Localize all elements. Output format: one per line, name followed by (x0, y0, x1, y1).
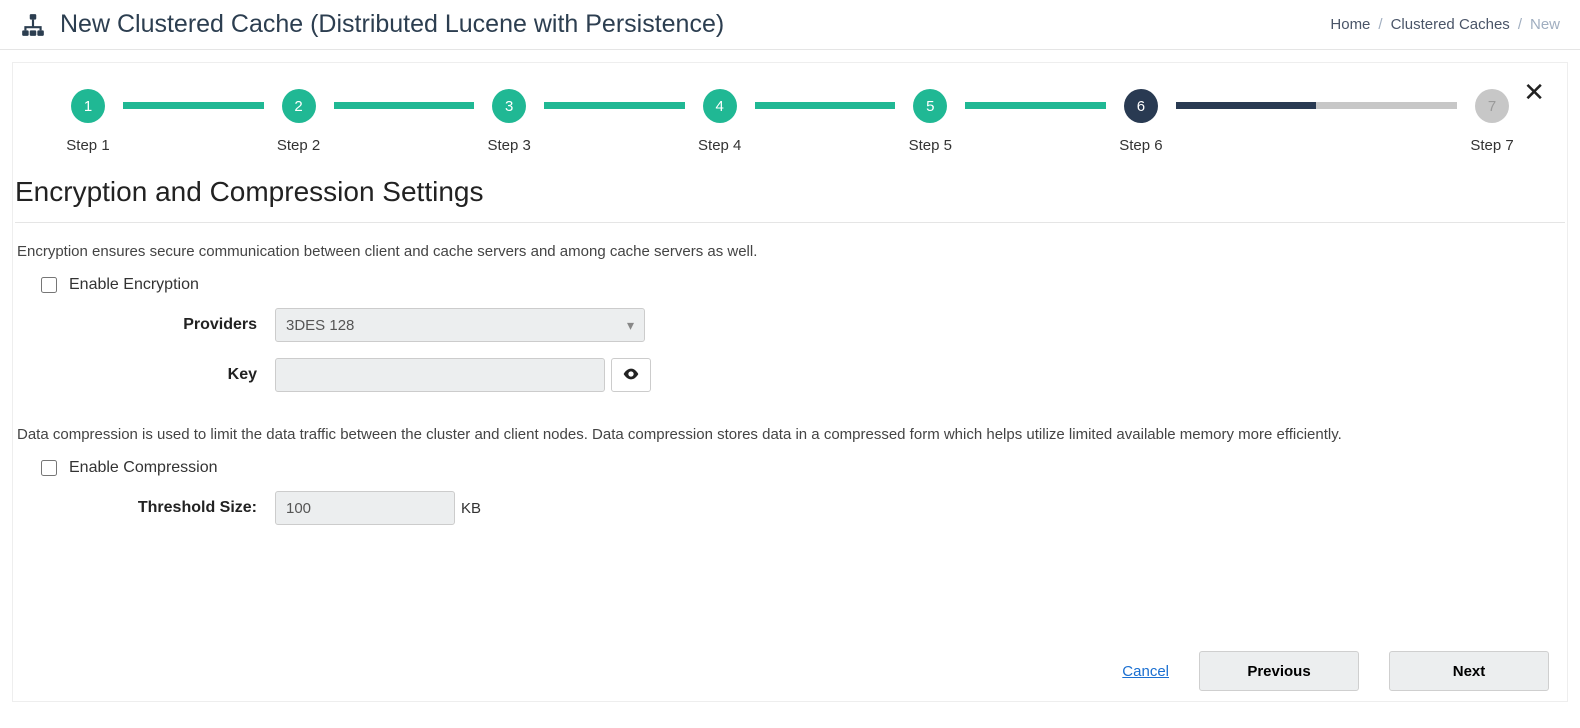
compression-description: Data compression is used to limit the da… (17, 400, 1563, 453)
step-circle: 6 (1124, 89, 1158, 123)
threshold-size-label: Threshold Size: (17, 499, 275, 517)
key-input[interactable] (275, 358, 605, 392)
step-label: Step 7 (1470, 137, 1513, 154)
enable-encryption-label: Enable Encryption (69, 276, 199, 294)
threshold-size-input[interactable] (275, 491, 455, 525)
eye-icon (623, 368, 639, 383)
step-1[interactable]: 1 Step 1 (53, 89, 123, 154)
breadcrumb-home[interactable]: Home (1330, 16, 1370, 33)
step-circle: 1 (71, 89, 105, 123)
step-circle: 5 (913, 89, 947, 123)
step-bar (544, 102, 685, 109)
section-title: Encryption and Compression Settings (15, 172, 1565, 223)
step-3[interactable]: 3 Step 3 (474, 89, 544, 154)
step-bar (334, 102, 475, 109)
step-label: Step 1 (66, 137, 109, 154)
step-7[interactable]: 7 Step 7 (1457, 89, 1527, 154)
enable-compression-label: Enable Compression (69, 459, 218, 477)
breadcrumb-sep: / (1378, 16, 1382, 33)
step-bar (1176, 102, 1317, 109)
key-label: Key (17, 366, 275, 384)
show-key-button[interactable] (611, 358, 651, 392)
breadcrumb-clustered-caches[interactable]: Clustered Caches (1391, 16, 1510, 33)
step-circle: 7 (1475, 89, 1509, 123)
step-4[interactable]: 4 Step 4 (685, 89, 755, 154)
step-label: Step 6 (1119, 137, 1162, 154)
chevron-down-icon: ▾ (627, 317, 634, 334)
step-circle: 2 (282, 89, 316, 123)
previous-button[interactable]: Previous (1199, 651, 1359, 691)
breadcrumb-current: New (1530, 16, 1560, 33)
step-label: Step 4 (698, 137, 741, 154)
step-label: Step 2 (277, 137, 320, 154)
providers-select[interactable]: 3DES 128 ▾ (275, 308, 645, 342)
enable-encryption-checkbox[interactable] (41, 277, 57, 293)
step-circle: 3 (492, 89, 526, 123)
step-5[interactable]: 5 Step 5 (895, 89, 965, 154)
breadcrumb: Home / Clustered Caches / New (1330, 16, 1560, 33)
step-label: Step 5 (909, 137, 952, 154)
wizard-stepper: 1 Step 1 2 Step 2 3 Step 3 4 Step 4 5 St… (13, 81, 1567, 172)
step-bar (1316, 102, 1457, 109)
providers-label: Providers (17, 316, 275, 334)
step-2[interactable]: 2 Step 2 (264, 89, 334, 154)
enable-compression-checkbox[interactable] (41, 460, 57, 476)
providers-value: 3DES 128 (286, 317, 354, 334)
step-circle: 4 (703, 89, 737, 123)
cancel-link[interactable]: Cancel (1122, 663, 1169, 680)
step-label: Step 3 (487, 137, 530, 154)
page-title: New Clustered Cache (Distributed Lucene … (60, 10, 724, 39)
sitemap-icon (20, 12, 46, 38)
step-6[interactable]: 6 Step 6 (1106, 89, 1176, 154)
step-bar (755, 102, 896, 109)
step-bar (123, 102, 264, 109)
threshold-unit: KB (461, 500, 481, 517)
step-bar (965, 102, 1106, 109)
breadcrumb-sep: / (1518, 16, 1522, 33)
encryption-description: Encryption ensures secure communication … (17, 223, 1563, 270)
next-button[interactable]: Next (1389, 651, 1549, 691)
